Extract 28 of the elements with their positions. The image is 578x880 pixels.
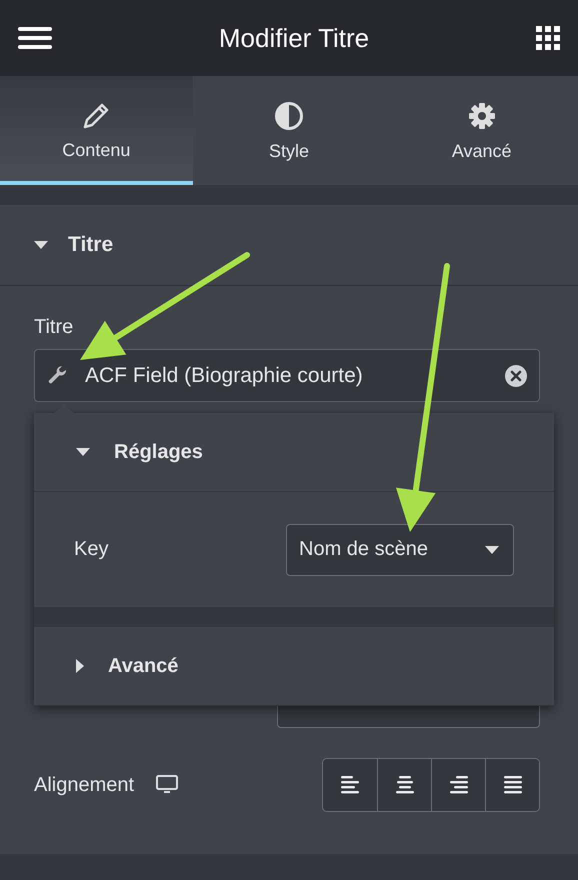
- align-button[interactable]: [431, 759, 485, 811]
- caret-icon: [76, 659, 84, 673]
- wrench-icon: [47, 364, 69, 386]
- align-button[interactable]: [485, 759, 539, 811]
- field-label: Key: [74, 538, 108, 561]
- field-label: Titre: [34, 316, 74, 339]
- tab[interactable]: Contenu: [0, 76, 193, 185]
- align-justify-icon: [504, 776, 522, 794]
- clear-icon[interactable]: [505, 364, 527, 386]
- menu-icon[interactable]: [18, 26, 52, 50]
- pencil-icon: [82, 102, 110, 130]
- apps-grid-icon[interactable]: [536, 26, 560, 50]
- caret-icon: [485, 546, 499, 554]
- contrast-icon: [274, 101, 304, 131]
- caret-icon: [76, 448, 90, 456]
- key-select[interactable]: Nom de scène: [286, 524, 514, 576]
- desktop-icon[interactable]: [156, 775, 178, 795]
- align-center-icon: [396, 776, 414, 794]
- dynamic-tag-field[interactable]: ACF Field (Biographie courte): [34, 349, 540, 402]
- panel-title: Modifier Titre: [218, 22, 370, 54]
- align-button[interactable]: [377, 759, 431, 811]
- align-left-icon: [341, 776, 359, 794]
- align-right-icon: [450, 776, 468, 794]
- caret-icon: [34, 241, 48, 249]
- gear-icon: [466, 101, 497, 131]
- align-button[interactable]: [323, 759, 377, 811]
- field-label: Alignement: [34, 774, 134, 796]
- section-header[interactable]: Titre: [0, 205, 578, 286]
